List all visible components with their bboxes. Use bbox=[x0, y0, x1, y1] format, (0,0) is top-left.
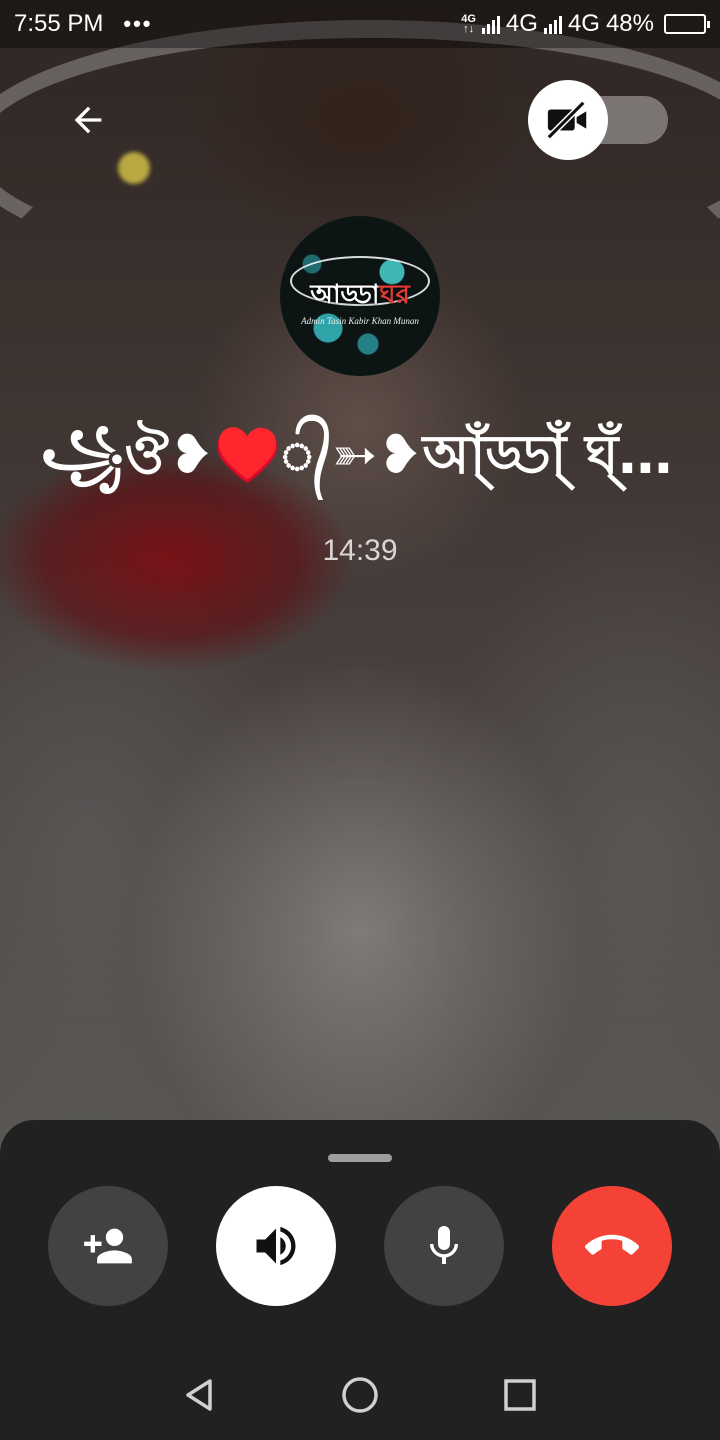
nav-home-icon bbox=[342, 1377, 378, 1413]
battery-percent: 48% bbox=[605, 10, 654, 37]
contact-name: ꧁ঔ❥♥️᭄➳❥আ্ঁড্ডা্ঁ ঘ্ঁর্ঁ♥️᭄➳... bbox=[40, 423, 680, 486]
background-decor bbox=[118, 152, 150, 184]
add-participant-button[interactable] bbox=[48, 1186, 168, 1306]
status-more-dots: ••• bbox=[123, 11, 153, 36]
microphone-icon bbox=[430, 1226, 458, 1264]
network-type-1: 4G bbox=[505, 10, 538, 37]
lte-indicator-icon: 4G ↑↓ bbox=[461, 13, 476, 35]
nav-home-button[interactable] bbox=[330, 1365, 390, 1425]
avatar-logo-part-a: আড্ডা bbox=[310, 280, 380, 310]
end-call-icon bbox=[585, 1234, 639, 1255]
nav-recents-button[interactable] bbox=[490, 1365, 550, 1425]
back-arrow-icon bbox=[74, 106, 102, 134]
add-person-icon bbox=[84, 1228, 132, 1264]
status-bar: 7:55 PM ••• 4G ↑↓ 4G 4G 48% bbox=[0, 0, 720, 48]
microphone-button[interactable] bbox=[384, 1186, 504, 1306]
signal-icon bbox=[543, 14, 562, 34]
nav-recents-icon bbox=[504, 1379, 536, 1411]
avatar-logo-text: আড্ডাঘর bbox=[310, 274, 410, 318]
drag-handle[interactable] bbox=[328, 1154, 392, 1162]
system-nav-bar bbox=[0, 1350, 720, 1440]
speaker-button[interactable] bbox=[216, 1186, 336, 1306]
avatar-logo-subtitle: Admin Tasin Kabir Khan Munan bbox=[301, 316, 419, 326]
speaker-icon bbox=[256, 1226, 296, 1266]
call-screen: 7:55 PM ••• 4G ↑↓ 4G 4G 48% আড্ডাঘর Admi… bbox=[0, 0, 720, 1440]
back-button[interactable] bbox=[58, 90, 118, 150]
video-toggle[interactable] bbox=[528, 80, 668, 160]
status-time: 7:55 PM bbox=[14, 10, 104, 37]
nav-back-icon bbox=[186, 1379, 212, 1411]
signal-icon bbox=[481, 14, 500, 34]
avatar-logo-part-b: ঘর bbox=[379, 280, 410, 310]
end-call-button[interactable] bbox=[552, 1186, 672, 1306]
call-controls-panel bbox=[0, 1120, 720, 1350]
call-timer: 14:39 bbox=[322, 534, 398, 567]
video-toggle-knob[interactable] bbox=[528, 80, 608, 160]
battery-icon bbox=[664, 14, 710, 34]
video-off-icon bbox=[546, 100, 587, 140]
network-type-2: 4G bbox=[567, 10, 600, 37]
contact-avatar: আড্ডাঘর Admin Tasin Kabir Khan Munan bbox=[280, 216, 440, 376]
nav-back-button[interactable] bbox=[170, 1365, 230, 1425]
